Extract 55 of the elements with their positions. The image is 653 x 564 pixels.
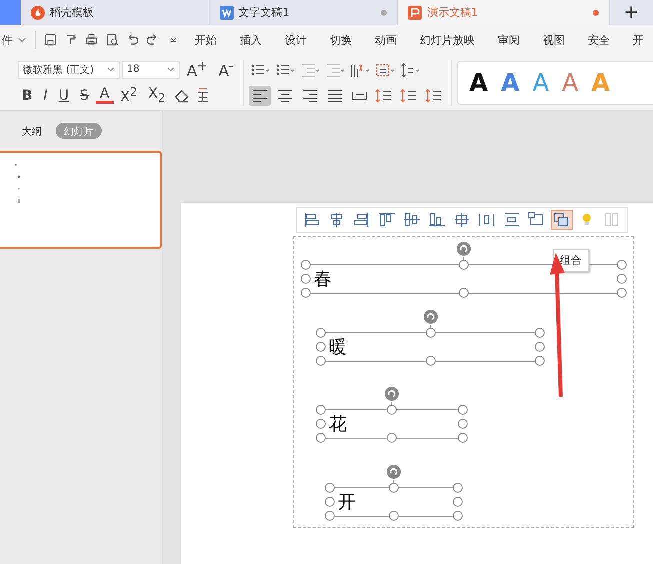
format-button[interactable]: X$^{2}$	[116, 86, 142, 104]
menu-item[interactable]: 审阅	[489, 32, 530, 48]
text-box[interactable]: 开	[325, 482, 463, 522]
format-button[interactable]: X$_{2}$	[144, 86, 170, 104]
format-button[interactable]: I	[40, 88, 52, 102]
menu-item[interactable]: 视图	[534, 32, 574, 48]
text-box-text: 开	[338, 491, 356, 514]
menu-item[interactable]: 开始	[186, 32, 226, 48]
thumbnail-drawing	[14, 163, 21, 204]
spacing-icon[interactable]	[398, 60, 421, 78]
text-style-option[interactable]: A	[470, 70, 488, 94]
panel-tab[interactable]: 大纲	[14, 123, 50, 139]
menu-item[interactable]: 动画	[366, 32, 406, 48]
menu-item[interactable]: 幻灯片放映	[411, 32, 484, 48]
resize-handle[interactable]	[459, 260, 469, 270]
menu-item[interactable]: 插入	[231, 32, 272, 48]
caret-icon[interactable]	[18, 36, 27, 44]
format-button[interactable]: A	[96, 87, 114, 104]
menu-item[interactable]: 切换	[321, 32, 362, 48]
menu-item[interactable]: 安全	[579, 32, 620, 48]
font-size-button[interactable]: A$^{+}$	[183, 60, 212, 79]
home-tab[interactable]	[0, 0, 22, 25]
text-style-option[interactable]: A	[501, 70, 520, 94]
caret-icon	[167, 66, 175, 72]
menu-item[interactable]: 设计	[276, 32, 316, 48]
font-size-dropdown[interactable]: 18	[122, 60, 180, 78]
align-left-icon[interactable]	[248, 86, 271, 106]
resize-handle[interactable]	[426, 356, 436, 366]
resize-handle[interactable]	[426, 328, 436, 338]
new-tab-button[interactable]: +	[610, 0, 653, 25]
slide-thumbnail[interactable]	[0, 151, 162, 249]
font-dropdown[interactable]: 微软雅黑 (正文)	[18, 60, 120, 78]
caret-icon	[107, 66, 115, 72]
format-button[interactable]: U	[54, 88, 74, 102]
resize-handle[interactable]	[387, 405, 397, 415]
document-icon	[220, 6, 234, 20]
format-button[interactable]: B	[18, 88, 37, 102]
text-box[interactable]: 花	[316, 404, 468, 444]
resize-handle[interactable]	[459, 288, 469, 298]
unsaved-dot	[381, 10, 388, 16]
text-box-text: 花	[329, 413, 347, 436]
unsaved-dot	[592, 10, 599, 16]
resize-handle[interactable]	[389, 483, 399, 493]
document-icon	[408, 6, 422, 20]
font-size-button[interactable]: A$^{-}$	[214, 60, 238, 79]
menu-item[interactable]: 开	[624, 32, 653, 48]
group-icon[interactable]	[551, 210, 573, 230]
text-box-text: 暖	[329, 336, 347, 359]
format-button[interactable]: S	[76, 88, 93, 102]
file-menu[interactable]: 件	[2, 32, 13, 48]
resize-handle[interactable]	[387, 433, 397, 443]
resize-handle[interactable]	[389, 511, 399, 521]
text-box[interactable]: 暖	[316, 327, 545, 367]
text-box-text: 春	[314, 268, 332, 291]
flame-icon	[31, 6, 46, 20]
